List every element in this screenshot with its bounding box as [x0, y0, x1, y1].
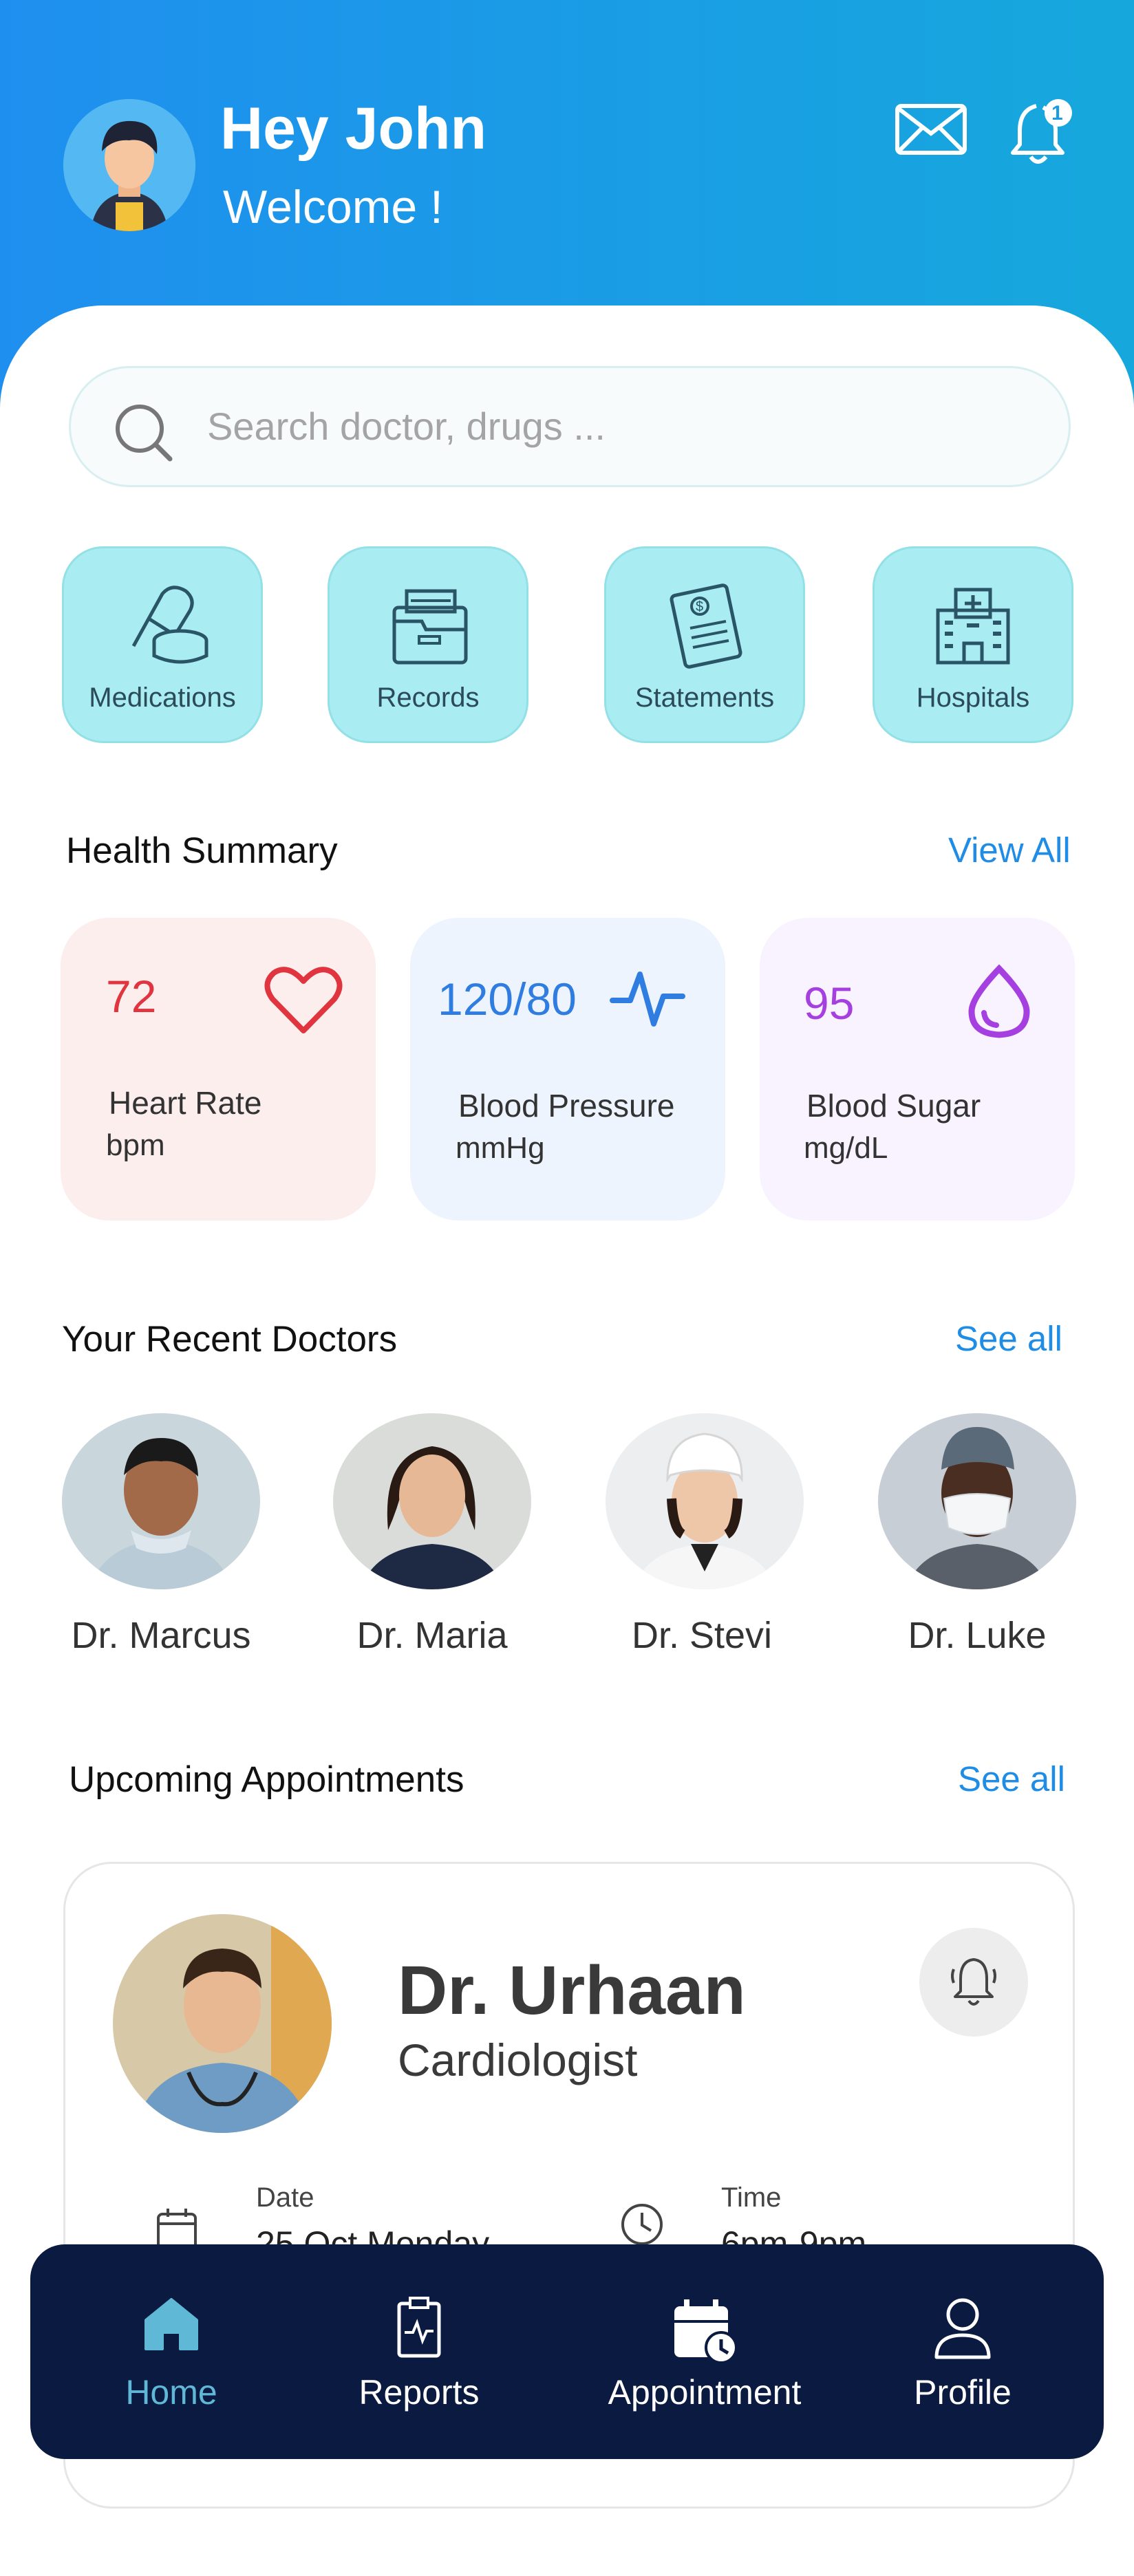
clock-icon: [621, 2204, 663, 2245]
appointments-title: Upcoming Appointments: [69, 1759, 464, 1800]
bell-icon[interactable]: 1: [1010, 98, 1072, 168]
quick-action-label: Records: [376, 683, 480, 713]
notification-badge-count: 1: [1051, 102, 1063, 125]
nav-label: Home: [125, 2373, 217, 2412]
quick-action-label: Statements: [634, 683, 775, 713]
nav-home[interactable]: Home: [72, 2244, 271, 2459]
search-icon: [116, 405, 173, 462]
appointment-doctor-photo: [113, 1914, 332, 2133]
quick-action-label: Hospitals: [916, 683, 1030, 713]
heart-icon: [264, 967, 343, 1033]
health-summary-view-all-link[interactable]: View All: [948, 830, 1071, 870]
nav-reports[interactable]: Reports: [319, 2244, 519, 2459]
date-label: Date: [256, 2182, 314, 2213]
blood-sugar-value: 95: [804, 978, 855, 1029]
welcome-subtitle: Welcome !: [223, 181, 443, 233]
nav-label: Reports: [359, 2373, 480, 2412]
bottom-navigation: Home Reports Appointment Profile: [30, 2244, 1104, 2459]
avatar[interactable]: [63, 99, 195, 231]
blood-pressure-value: 120/80: [438, 974, 577, 1024]
user-avatar-illustration: [63, 99, 195, 231]
search-bar[interactable]: Search doctor, drugs ...: [69, 366, 1071, 487]
doctor-avatar-luke[interactable]: [878, 1413, 1076, 1589]
drop-icon: [968, 964, 1030, 1038]
heart-rate-card[interactable]: 72 Heart Rate bpm: [61, 918, 376, 1221]
heart-rate-value: 72: [106, 971, 157, 1022]
calendar-outline-icon: [157, 2209, 197, 2248]
mail-icon[interactable]: [895, 103, 967, 155]
profile-icon: [934, 2298, 991, 2359]
doctor-avatar-maria[interactable]: [333, 1413, 531, 1589]
pulse-icon: [610, 972, 685, 1027]
blood-pressure-card[interactable]: 120/80 Blood Pressure mmHg: [410, 918, 725, 1221]
ringing-bell-icon: [951, 1958, 996, 2006]
heart-rate-unit: bpm: [106, 1128, 165, 1162]
nav-label: Profile: [914, 2373, 1012, 2412]
appointments-see-all-link[interactable]: See all: [958, 1759, 1065, 1799]
statement-icon: $: [670, 583, 742, 669]
quick-action-hospitals[interactable]: Hospitals: [873, 546, 1073, 743]
search-input[interactable]: Search doctor, drugs ...: [207, 404, 606, 449]
svg-text:$: $: [696, 599, 703, 614]
quick-action-records[interactable]: Records: [328, 546, 528, 743]
quick-action-statements[interactable]: $ Statements: [604, 546, 805, 743]
greeting-title: Hey John: [220, 96, 487, 162]
doctor-name[interactable]: Dr. Stevi: [578, 1614, 826, 1657]
quick-action-medications[interactable]: Medications: [62, 546, 263, 743]
appointment-reminder-button[interactable]: [919, 1928, 1028, 2037]
report-icon: [397, 2297, 441, 2358]
doctor-avatar-marcus[interactable]: [62, 1413, 260, 1589]
doctor-name[interactable]: Dr. Maria: [308, 1614, 556, 1657]
nav-profile[interactable]: Profile: [863, 2244, 1062, 2459]
blood-sugar-unit: mg/dL: [804, 1131, 888, 1165]
time-label: Time: [721, 2182, 782, 2213]
blood-pressure-unit: mmHg: [456, 1131, 545, 1165]
home-icon: [145, 2298, 198, 2350]
calendar-icon: [674, 2299, 738, 2364]
appointment-doctor-specialty: Cardiologist: [398, 2035, 638, 2085]
recent-doctors-title: Your Recent Doctors: [62, 1319, 398, 1360]
heart-rate-label: Heart Rate: [109, 1085, 262, 1121]
quick-action-label: Medications: [89, 683, 236, 713]
folder-icon: [392, 589, 468, 665]
doctor-name[interactable]: Dr. Marcus: [37, 1614, 285, 1657]
hospital-icon: [936, 588, 1010, 665]
recent-doctors-see-all-link[interactable]: See all: [955, 1318, 1062, 1359]
nav-label: Appointment: [608, 2373, 802, 2412]
blood-pressure-label: Blood Pressure: [458, 1088, 675, 1124]
blood-sugar-card[interactable]: 95 Blood Sugar mg/dL: [760, 918, 1075, 1221]
nav-appointment[interactable]: Appointment: [588, 2244, 822, 2459]
doctor-name[interactable]: Dr. Luke: [853, 1614, 1101, 1657]
health-summary-title: Health Summary: [66, 830, 338, 871]
appointment-doctor-name: Dr. Urhaan: [398, 1952, 746, 2029]
blood-sugar-label: Blood Sugar: [806, 1088, 981, 1124]
pill-icon: [131, 586, 208, 664]
doctor-avatar-stevi[interactable]: [606, 1413, 804, 1589]
